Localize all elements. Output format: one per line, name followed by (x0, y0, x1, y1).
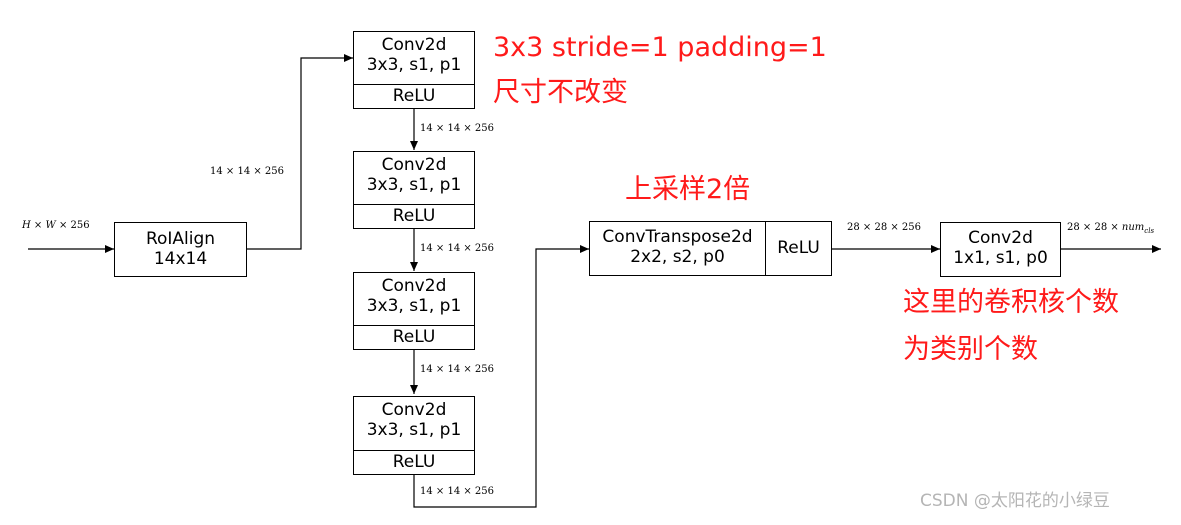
upsample-note: 上采样2倍 (625, 174, 751, 205)
conv-block-4: Conv2d 3x3, s1, p1 ReLU (353, 396, 475, 475)
relu-label: ReLU (354, 84, 474, 108)
roialign-block: RoIAlign 14x14 (114, 222, 247, 277)
input-shape-label: H × W × 256 (22, 220, 90, 231)
conv-block-1: Conv2d 3x3, s1, p1 ReLU (353, 31, 475, 109)
final-conv-block: Conv2d 1x1, s1, p0 (940, 222, 1061, 277)
roialign-title: RoIAlign (145, 229, 216, 249)
relu-label: ReLU (354, 204, 474, 228)
roialign-to-conv1-arrow (247, 54, 353, 250)
conv-note-line2: 尺寸不改变 (493, 77, 628, 108)
deconv-block: ConvTranspose2d 2x2, s2, p0 ReLU (589, 221, 832, 276)
conv-block-2: Conv2d 3x3, s1, p1 ReLU (353, 151, 475, 229)
final-conv-title: Conv2d (968, 228, 1033, 248)
deconv-main: ConvTranspose2d 2x2, s2, p0 (590, 222, 766, 275)
relu-label: ReLU (354, 450, 474, 474)
deconv-relu-label: ReLU (777, 238, 820, 258)
conv-block-params: 3x3, s1, p1 (366, 420, 462, 440)
roialign-output-shape-label: 14 × 14 × 256 (210, 166, 285, 177)
roialign-size: 14x14 (153, 249, 208, 269)
conv-block-params: 3x3, s1, p1 (366, 296, 462, 316)
conv-block-3: Conv2d 3x3, s1, p1 ReLU (353, 272, 475, 350)
relu-label: ReLU (354, 325, 474, 349)
conv-block-title: Conv2d (381, 35, 447, 55)
cls-note-line2: 为类别个数 (903, 334, 1038, 365)
conv4-output-shape-label: 14 × 14 × 256 (420, 486, 495, 497)
conv-block-params: 3x3, s1, p1 (366, 175, 462, 195)
conv-block-params: 3x3, s1, p1 (366, 55, 462, 75)
mask-head-diagram: H × W × 256 RoIAlign 14x14 14 × 14 × 256… (0, 0, 1181, 525)
conv3-output-shape-label: 14 × 14 × 256 (420, 364, 495, 375)
output-shape-label: 28 × 28 × numcls (1067, 222, 1155, 235)
conv2-output-shape-label: 14 × 14 × 256 (420, 243, 495, 254)
final-conv-params: 1x1, s1, p0 (953, 248, 1048, 268)
deconv-output-shape-label: 28 × 28 × 256 (847, 222, 922, 233)
deconv-params: 2x2, s2, p0 (630, 247, 725, 267)
conv-block-title: Conv2d (381, 155, 447, 175)
cls-note-line1: 这里的卷积核个数 (903, 287, 1119, 318)
conv1-output-shape-label: 14 × 14 × 256 (420, 123, 495, 134)
conv-block-title: Conv2d (381, 400, 447, 420)
watermark: CSDN @太阳花的小绿豆 (920, 491, 1110, 511)
conv-note-line1: 3x3 stride=1 padding=1 (493, 32, 827, 63)
deconv-title: ConvTranspose2d (602, 227, 753, 247)
conv-block-title: Conv2d (381, 276, 447, 296)
